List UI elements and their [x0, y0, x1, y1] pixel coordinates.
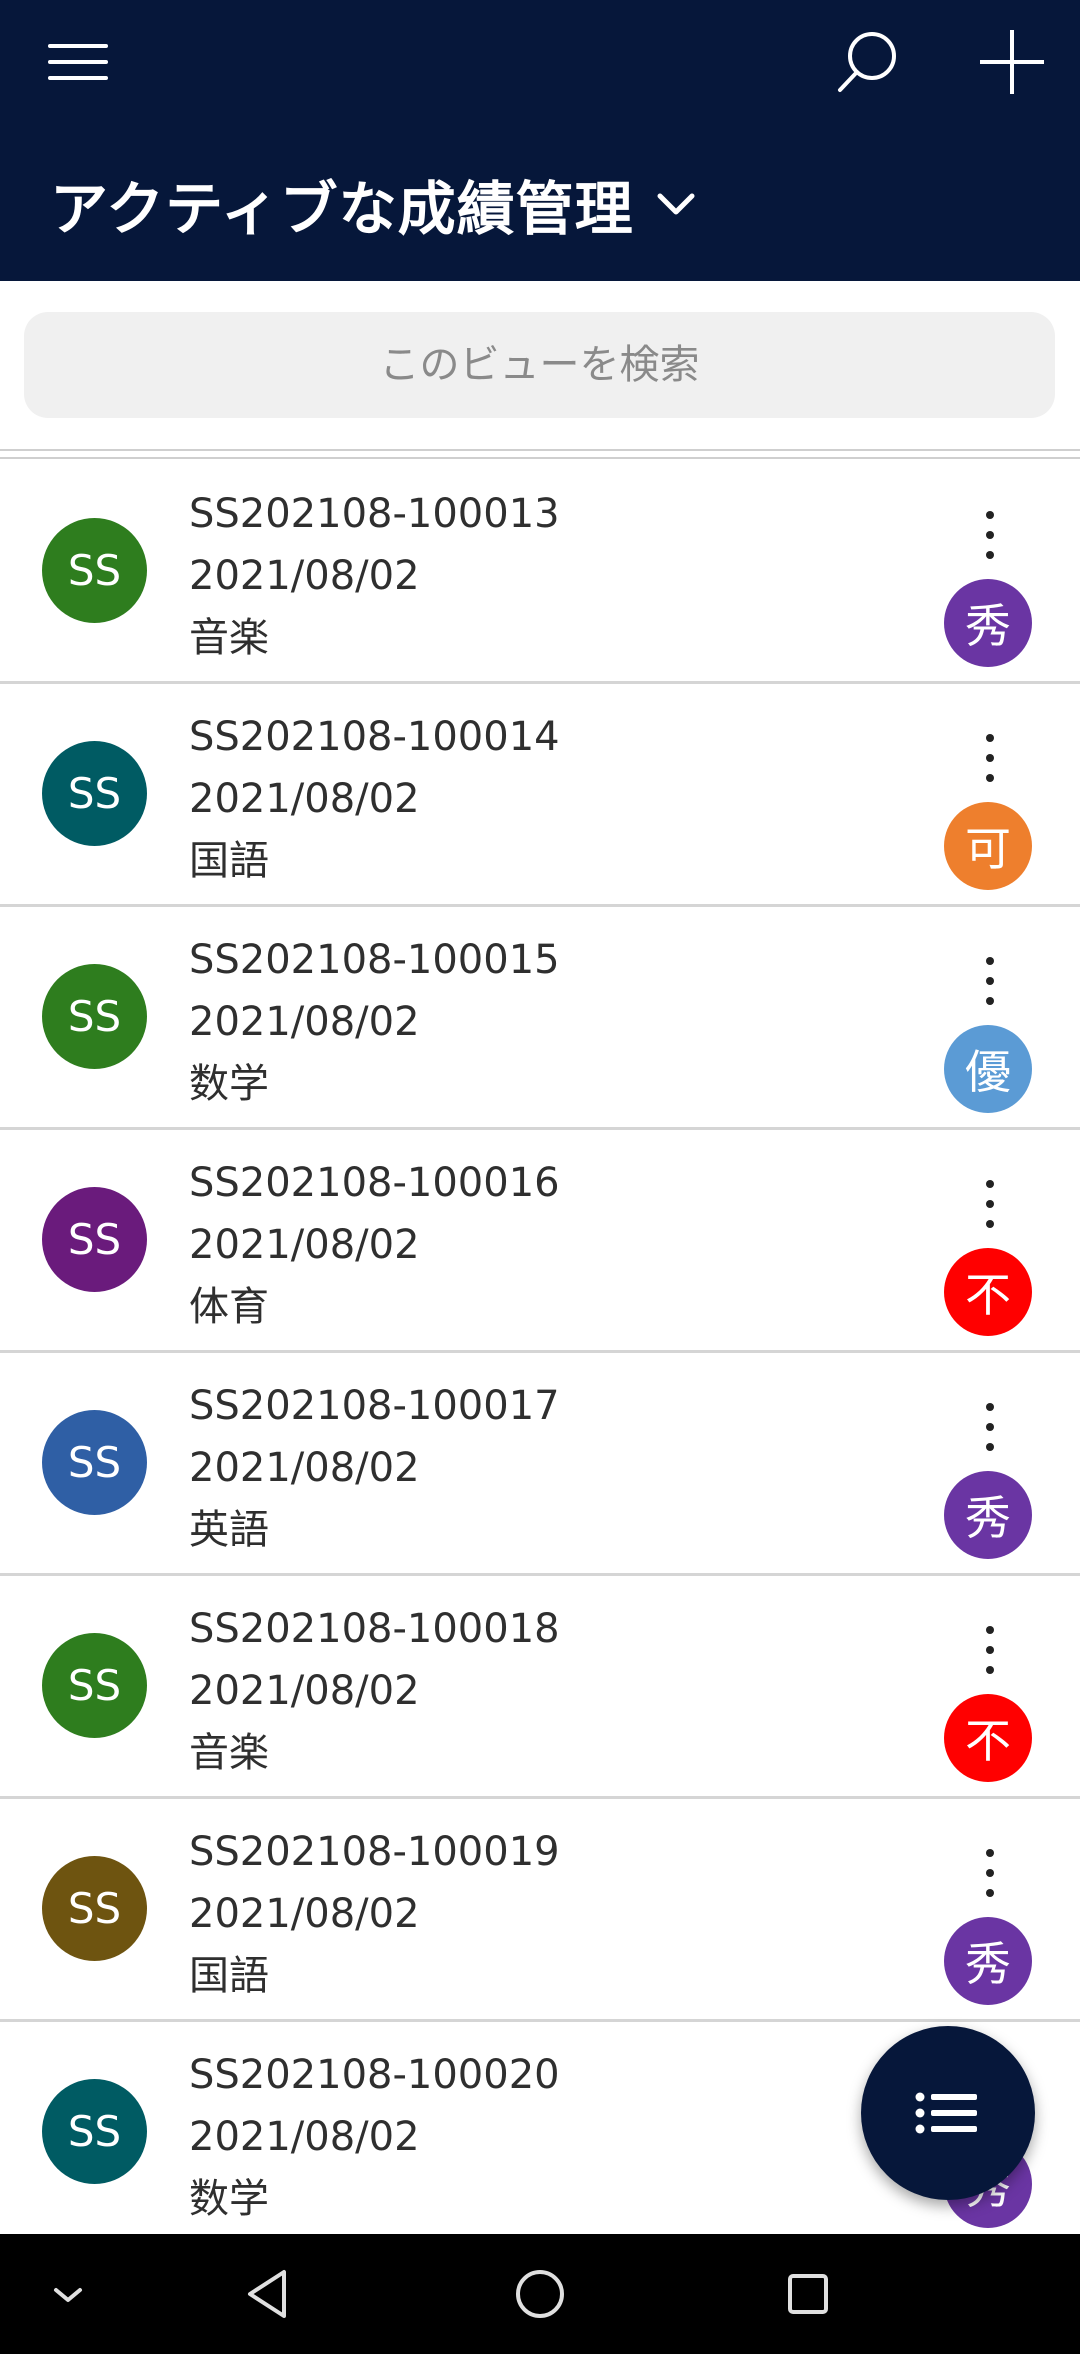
divider	[0, 449, 1080, 451]
more-options-icon[interactable]	[960, 718, 1020, 798]
record-id: SS202108-100020	[189, 2052, 560, 2098]
record-text: SS202108-100015 2021/08/02 数学	[189, 929, 560, 1115]
search-bar	[24, 312, 1055, 418]
record-text: SS202108-100019 2021/08/02 国語	[189, 1821, 560, 2007]
system-nav-bar	[0, 2234, 1080, 2354]
record-date: 2021/08/02	[189, 1668, 420, 1714]
grade-badge: 秀	[944, 1471, 1032, 1559]
list-actions-button[interactable]	[861, 2026, 1035, 2200]
more-options-icon[interactable]	[960, 1833, 1020, 1913]
record-date: 2021/08/02	[189, 1222, 420, 1268]
record-subject: 国語	[189, 1953, 269, 1999]
avatar: SS	[42, 2079, 147, 2184]
list-item[interactable]: SS SS202108-100014 2021/08/02 国語 可	[0, 684, 1080, 907]
record-text: SS202108-100017 2021/08/02 英語	[189, 1375, 560, 1561]
list-item[interactable]: SS SS202108-100016 2021/08/02 体育 不	[0, 1130, 1080, 1353]
grade-badge: 不	[944, 1248, 1032, 1336]
avatar: SS	[42, 964, 147, 1069]
divider	[0, 457, 1080, 459]
record-text: SS202108-100013 2021/08/02 音楽	[189, 483, 560, 669]
hamburger-menu-icon[interactable]	[44, 40, 114, 84]
back-icon[interactable]	[228, 2254, 308, 2334]
search-icon[interactable]	[830, 22, 910, 102]
plus-icon[interactable]	[972, 22, 1052, 102]
avatar: SS	[42, 1633, 147, 1738]
more-options-icon[interactable]	[960, 1610, 1020, 1690]
record-date: 2021/08/02	[189, 999, 420, 1045]
avatar: SS	[42, 518, 147, 623]
record-text: SS202108-100014 2021/08/02 国語	[189, 706, 560, 892]
view-selector[interactable]: アクティブな成績管理	[50, 162, 698, 246]
grade-badge: 可	[944, 802, 1032, 890]
more-options-icon[interactable]	[960, 1387, 1020, 1467]
record-list: SS SS202108-100013 2021/08/02 音楽 秀 SS SS…	[0, 461, 1080, 2245]
more-options-icon[interactable]	[960, 941, 1020, 1021]
record-subject: 数学	[189, 2176, 269, 2222]
avatar: SS	[42, 1410, 147, 1515]
avatar: SS	[42, 1187, 147, 1292]
record-text: SS202108-100020 2021/08/02 数学	[189, 2044, 560, 2230]
record-id: SS202108-100018	[189, 1606, 560, 1652]
record-subject: 体育	[189, 1284, 269, 1330]
record-date: 2021/08/02	[189, 1445, 420, 1491]
record-date: 2021/08/02	[189, 553, 420, 599]
collapse-chevron-icon[interactable]	[28, 2254, 108, 2334]
page-title: アクティブな成績管理	[50, 175, 634, 243]
avatar: SS	[42, 1856, 147, 1961]
list-item[interactable]: SS SS202108-100018 2021/08/02 音楽 不	[0, 1576, 1080, 1799]
record-date: 2021/08/02	[189, 2114, 420, 2160]
record-subject: 英語	[189, 1507, 269, 1553]
list-item[interactable]: SS SS202108-100015 2021/08/02 数学 優	[0, 907, 1080, 1130]
grade-badge: 不	[944, 1694, 1032, 1782]
record-subject: 音楽	[189, 615, 269, 661]
home-icon[interactable]	[500, 2254, 580, 2334]
record-id: SS202108-100019	[189, 1829, 560, 1875]
avatar: SS	[42, 741, 147, 846]
recents-icon[interactable]	[768, 2254, 848, 2334]
list-item[interactable]: SS SS202108-100013 2021/08/02 音楽 秀	[0, 461, 1080, 684]
record-subject: 国語	[189, 838, 269, 884]
record-subject: 音楽	[189, 1730, 269, 1776]
grade-badge: 秀	[944, 1917, 1032, 2005]
list-item[interactable]: SS SS202108-100017 2021/08/02 英語 秀	[0, 1353, 1080, 1576]
record-date: 2021/08/02	[189, 776, 420, 822]
app-header: アクティブな成績管理	[0, 0, 1080, 281]
list-icon	[915, 2092, 977, 2134]
record-text: SS202108-100018 2021/08/02 音楽	[189, 1598, 560, 1784]
list-item[interactable]: SS SS202108-100019 2021/08/02 国語 秀	[0, 1799, 1080, 2022]
record-date: 2021/08/02	[189, 1891, 420, 1937]
record-id: SS202108-100013	[189, 491, 560, 537]
search-input[interactable]	[24, 312, 1055, 418]
grade-badge: 秀	[944, 579, 1032, 667]
record-text: SS202108-100016 2021/08/02 体育	[189, 1152, 560, 1338]
more-options-icon[interactable]	[960, 495, 1020, 575]
record-id: SS202108-100014	[189, 714, 560, 760]
record-id: SS202108-100016	[189, 1160, 560, 1206]
record-subject: 数学	[189, 1061, 269, 1107]
record-id: SS202108-100017	[189, 1383, 560, 1429]
more-options-icon[interactable]	[960, 1164, 1020, 1244]
chevron-down-icon	[657, 193, 695, 215]
grade-badge: 優	[944, 1025, 1032, 1113]
record-id: SS202108-100015	[189, 937, 560, 983]
